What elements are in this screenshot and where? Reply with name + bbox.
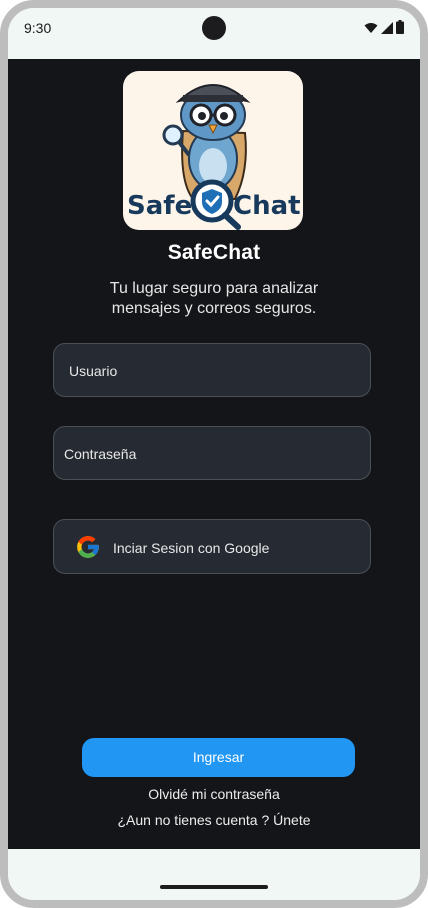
status-icons [364,20,404,39]
google-icon [77,536,99,558]
forgot-password-link[interactable]: Olvidé mi contraseña [8,786,420,802]
password-placeholder: Contraseña [64,446,137,462]
username-placeholder: Usuario [69,363,118,379]
owl-detective-logo: Safe Chat [127,84,301,230]
login-screen: Safe Chat SafeChat Tu lugar seguro para … [8,59,420,849]
app-title: SafeChat [167,241,261,264]
home-indicator[interactable] [160,885,268,889]
login-button[interactable]: Ingresar [82,738,355,777]
phone-frame: 9:30 Safe Chat SafeChat Tu lugar seguro … [0,0,428,908]
signal-icon [381,21,393,39]
signup-link[interactable]: ¿Aun no tienes cuenta ? Únete [8,812,420,828]
app-logo: Safe Chat [123,71,303,230]
status-bar: 9:30 [8,8,420,59]
app-subtitle: Tu lugar seguro para analizar mensajes y… [109,280,319,317]
status-time: 9:30 [24,20,52,36]
navigation-bar [8,849,420,900]
google-signin-button[interactable]: Inciar Sesion con Google [53,519,371,574]
password-field[interactable]: Contraseña [53,426,371,480]
camera-cutout [202,16,226,40]
battery-icon [396,20,404,39]
logo-word-right: Chat [233,191,301,221]
google-signin-label: Inciar Sesion con Google [113,540,270,556]
username-field[interactable]: Usuario [53,343,371,397]
logo-word-left: Safe [127,191,192,221]
wifi-icon [364,21,378,39]
